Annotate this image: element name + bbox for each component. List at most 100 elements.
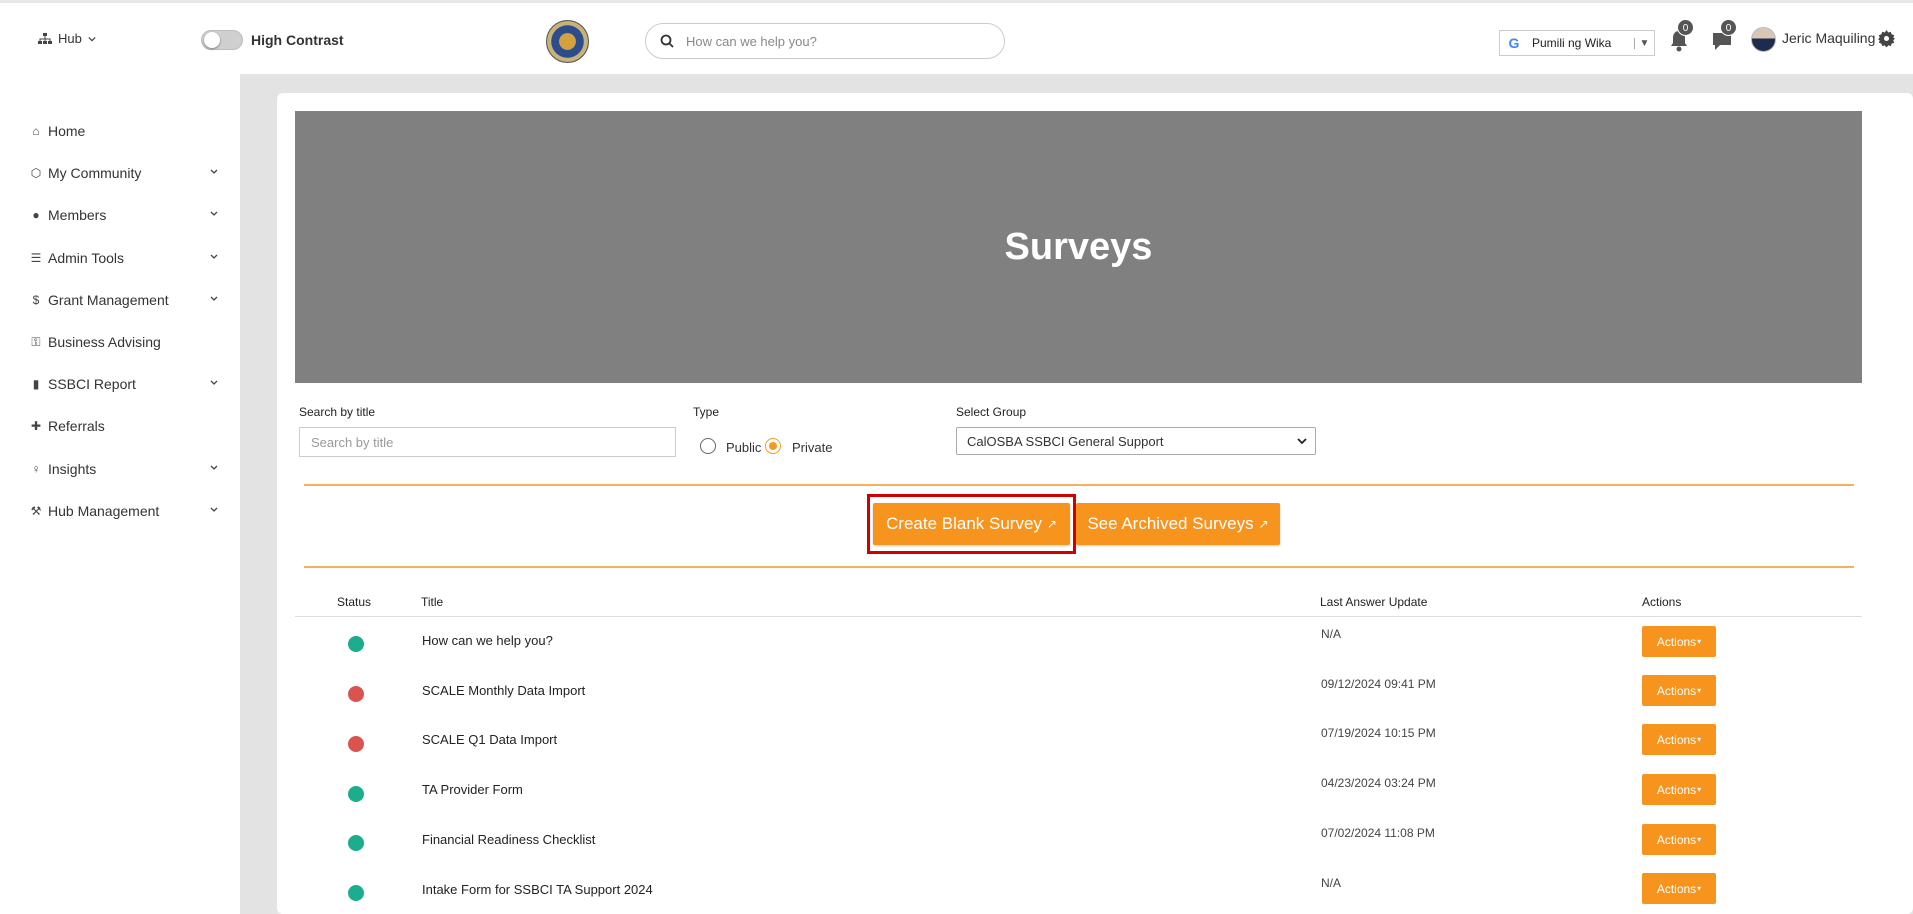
actions-dropdown-button[interactable]: Actions ▾ — [1642, 873, 1716, 904]
search-by-title-label: Search by title — [299, 405, 376, 419]
external-link-icon: ↗ — [1258, 517, 1269, 531]
sidebar-item-label: Referrals — [48, 418, 105, 434]
type-label: Type — [693, 405, 720, 419]
sidebar-item-ssbci-report[interactable]: ▮ SSBCI Report — [29, 372, 219, 396]
actions-dropdown-button[interactable]: Actions ▾ — [1642, 774, 1716, 805]
user-name[interactable]: Jeric Maquiling — [1782, 30, 1875, 46]
status-indicator — [348, 835, 364, 851]
actions-label: Actions — [1656, 881, 1697, 896]
caret-down-icon: ▾ — [1697, 884, 1702, 893]
actions-dropdown-button[interactable]: Actions ▾ — [1642, 626, 1716, 657]
survey-title[interactable]: TA Provider Form — [422, 782, 523, 797]
sidebar-item-grant-management[interactable]: $ Grant Management — [29, 288, 219, 312]
column-header-actions: Actions — [1642, 595, 1682, 609]
actions-label: Actions — [1656, 832, 1697, 847]
sidebar-item-label: Admin Tools — [48, 250, 125, 266]
survey-title[interactable]: Financial Readiness Checklist — [422, 832, 595, 847]
avatar[interactable] — [1751, 27, 1776, 52]
language-selector[interactable]: G Pumili ng Wika ▼ — [1499, 30, 1655, 56]
chevron-down-icon — [210, 169, 218, 174]
sidebar-item-my-community[interactable]: ⬡ My Community — [29, 161, 219, 185]
global-search-input[interactable] — [684, 32, 984, 50]
column-header-title: Title — [421, 595, 444, 609]
type-public-radio[interactable] — [700, 438, 716, 454]
high-contrast-label: High Contrast — [251, 32, 344, 48]
table-row: SCALE Monthly Data Import 09/12/2024 09:… — [295, 667, 1862, 717]
global-search — [645, 23, 1005, 59]
column-header-last-answer-update: Last Answer Update — [1320, 595, 1428, 609]
table-row: Intake Form for SSBCI TA Support 2024 N/… — [295, 866, 1862, 914]
key-icon: ⚿ — [31, 334, 41, 349]
caret-down-icon: ▾ — [1697, 686, 1702, 695]
gear-icon[interactable] — [1878, 30, 1895, 47]
sitemap-icon — [38, 32, 52, 44]
type-private-label: Private — [792, 440, 833, 455]
sidebar-item-hub-management[interactable]: ⚒ Hub Management — [29, 499, 219, 523]
type-private-radio[interactable] — [765, 438, 781, 454]
lightbulb-icon: ♀ — [31, 462, 41, 476]
actions-dropdown-button[interactable]: Actions ▾ — [1642, 824, 1716, 855]
sidebar-item-label: Members — [48, 207, 107, 223]
dollar-icon: $ — [32, 293, 40, 307]
survey-title[interactable]: SCALE Q1 Data Import — [422, 732, 557, 747]
organization-seal-logo[interactable] — [546, 20, 589, 63]
caret-down-icon: ▼ — [1634, 37, 1654, 49]
caret-down-icon: ▾ — [1697, 835, 1702, 844]
notifications-count-badge: 0 — [1677, 19, 1694, 36]
table-row: TA Provider Form 04/23/2024 03:24 PM Act… — [295, 767, 1862, 817]
last-answer-update: 09/12/2024 09:41 PM — [1321, 677, 1436, 691]
sidebar: ⌂ Home ⬡ My Community ● Members ☰ Admin … — [0, 74, 240, 914]
group-select-value: CalOSBA SSBCI General Support — [967, 433, 1164, 449]
last-answer-update: 07/02/2024 11:08 PM — [1321, 826, 1435, 840]
last-answer-update: 07/19/2024 10:15 PM — [1321, 726, 1436, 740]
sidebar-item-members[interactable]: ● Members — [29, 203, 219, 227]
survey-title[interactable]: Intake Form for SSBCI TA Support 2024 — [422, 882, 653, 897]
google-icon: G — [1508, 35, 1520, 51]
last-answer-update: 04/23/2024 03:24 PM — [1321, 776, 1436, 790]
sidebar-item-home[interactable]: ⌂ Home — [29, 119, 219, 143]
table-row: SCALE Q1 Data Import 07/19/2024 10:15 PM… — [295, 717, 1862, 767]
survey-title[interactable]: How can we help you? — [422, 633, 553, 648]
caret-down-icon: ▾ — [1697, 785, 1702, 794]
divider — [304, 484, 1854, 486]
actions-label: Actions — [1656, 634, 1697, 649]
search-icon — [660, 34, 674, 48]
high-contrast-control: High Contrast — [201, 30, 344, 50]
last-answer-update: N/A — [1321, 876, 1342, 890]
highlight-box — [867, 494, 1076, 554]
hub-menu[interactable]: Hub — [38, 31, 96, 46]
search-by-title-input[interactable] — [299, 427, 676, 457]
actions-label: Actions — [1656, 683, 1697, 698]
sidebar-item-insights[interactable]: ♀ Insights — [29, 457, 219, 481]
page-banner: Surveys — [295, 111, 1862, 383]
type-public-label: Public — [726, 440, 762, 455]
status-indicator — [348, 885, 364, 901]
select-group-label: Select Group — [956, 405, 1027, 419]
sidebar-item-label: My Community — [48, 165, 142, 181]
caret-down-icon: ▾ — [1697, 637, 1702, 646]
sidebar-item-label: SSBCI Report — [48, 376, 136, 392]
column-header-status: Status — [337, 595, 372, 609]
actions-label: Actions — [1656, 782, 1697, 797]
messages-count-badge: 0 — [1720, 19, 1737, 36]
group-select[interactable]: CalOSBA SSBCI General Support — [956, 427, 1316, 455]
survey-title[interactable]: SCALE Monthly Data Import — [422, 683, 585, 698]
table-row: Financial Readiness Checklist 07/02/2024… — [295, 816, 1862, 866]
sidebar-item-label: Home — [48, 123, 86, 139]
page-title: Surveys — [1004, 225, 1153, 268]
actions-dropdown-button[interactable]: Actions ▾ — [1642, 724, 1716, 755]
community-icon: ⬡ — [30, 166, 42, 180]
sidebar-item-business-advising[interactable]: ⚿ Business Advising — [29, 330, 219, 354]
high-contrast-toggle[interactable] — [201, 30, 243, 50]
sidebar-item-admin-tools[interactable]: ☰ Admin Tools — [29, 246, 219, 270]
wrench-icon: ⚒ — [30, 504, 42, 518]
sidebar-item-referrals[interactable]: ✚ Referrals — [29, 414, 219, 438]
actions-dropdown-button[interactable]: Actions ▾ — [1642, 675, 1716, 706]
file-icon: ▮ — [32, 377, 40, 391]
chevron-down-icon — [210, 211, 218, 216]
see-archived-surveys-button[interactable]: See Archived Surveys ↗ — [1076, 503, 1280, 545]
chevron-down-icon — [210, 296, 218, 301]
chevron-down-icon — [1297, 438, 1307, 445]
sidebar-item-label: Insights — [48, 461, 97, 477]
user-circle-icon: ● — [32, 208, 40, 222]
